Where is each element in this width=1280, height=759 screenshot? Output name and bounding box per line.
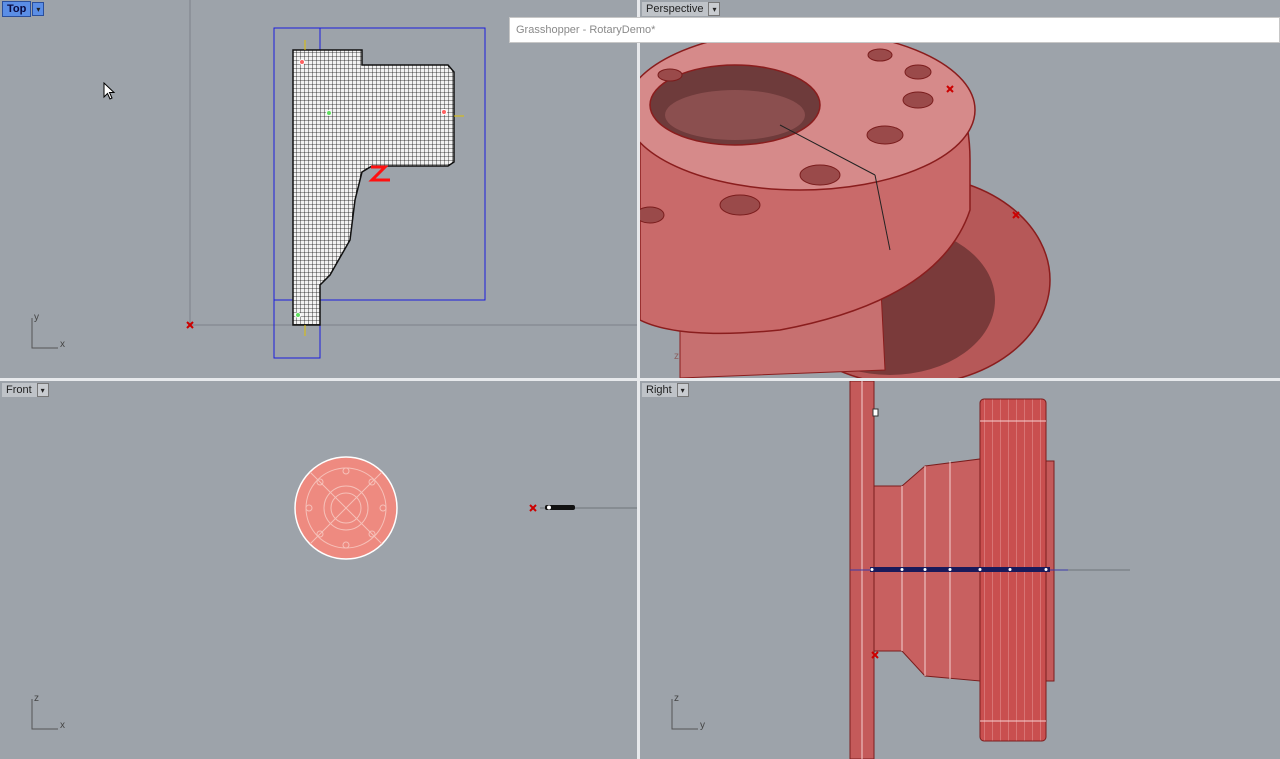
tab-right-label[interactable]: Right (642, 383, 676, 397)
chevron-down-icon[interactable]: ▾ (32, 2, 45, 16)
z-marker-icon (368, 165, 390, 182)
mouse-cursor-icon (103, 82, 116, 100)
axis-label-z: z (34, 693, 39, 704)
viewport-divider-horizontal[interactable] (0, 378, 1280, 381)
tab-perspective[interactable]: Perspective ▾ (642, 2, 721, 16)
viewport-top[interactable]: y x Top ▾ (0, 0, 637, 378)
tab-perspective-label[interactable]: Perspective (642, 2, 707, 16)
grasshopper-title-bar[interactable]: Grasshopper - RotaryDemo* (509, 17, 1280, 43)
tab-front-label[interactable]: Front (2, 383, 36, 397)
chevron-down-icon[interactable]: ▾ (708, 2, 721, 16)
tab-top[interactable]: Top ▾ (2, 1, 45, 17)
axis-label-z: z (674, 693, 679, 704)
top-canvas[interactable] (0, 0, 637, 378)
perspective-canvas[interactable] (640, 0, 1280, 378)
chevron-down-icon[interactable]: ▾ (676, 383, 689, 397)
axis-label-x: x (60, 720, 65, 731)
chevron-down-icon[interactable]: ▾ (36, 383, 49, 397)
profile-mesh (292, 49, 455, 326)
viewport-front[interactable]: z x Front ▾ (0, 381, 637, 759)
tab-top-label[interactable]: Top (2, 1, 32, 17)
viewport-right[interactable]: z y Right ▾ (640, 381, 1280, 759)
tab-front[interactable]: Front ▾ (2, 383, 49, 397)
viewport-perspective[interactable]: z Perspective ▾ (640, 0, 1280, 378)
tab-right[interactable]: Right ▾ (642, 383, 689, 397)
axis-label-y: y (700, 720, 705, 731)
right-canvas[interactable] (640, 381, 1280, 759)
axis-label-z: z (674, 351, 679, 362)
front-canvas[interactable] (0, 381, 637, 759)
axis-label-y: y (34, 312, 39, 323)
axis-label-x: x (60, 339, 65, 350)
